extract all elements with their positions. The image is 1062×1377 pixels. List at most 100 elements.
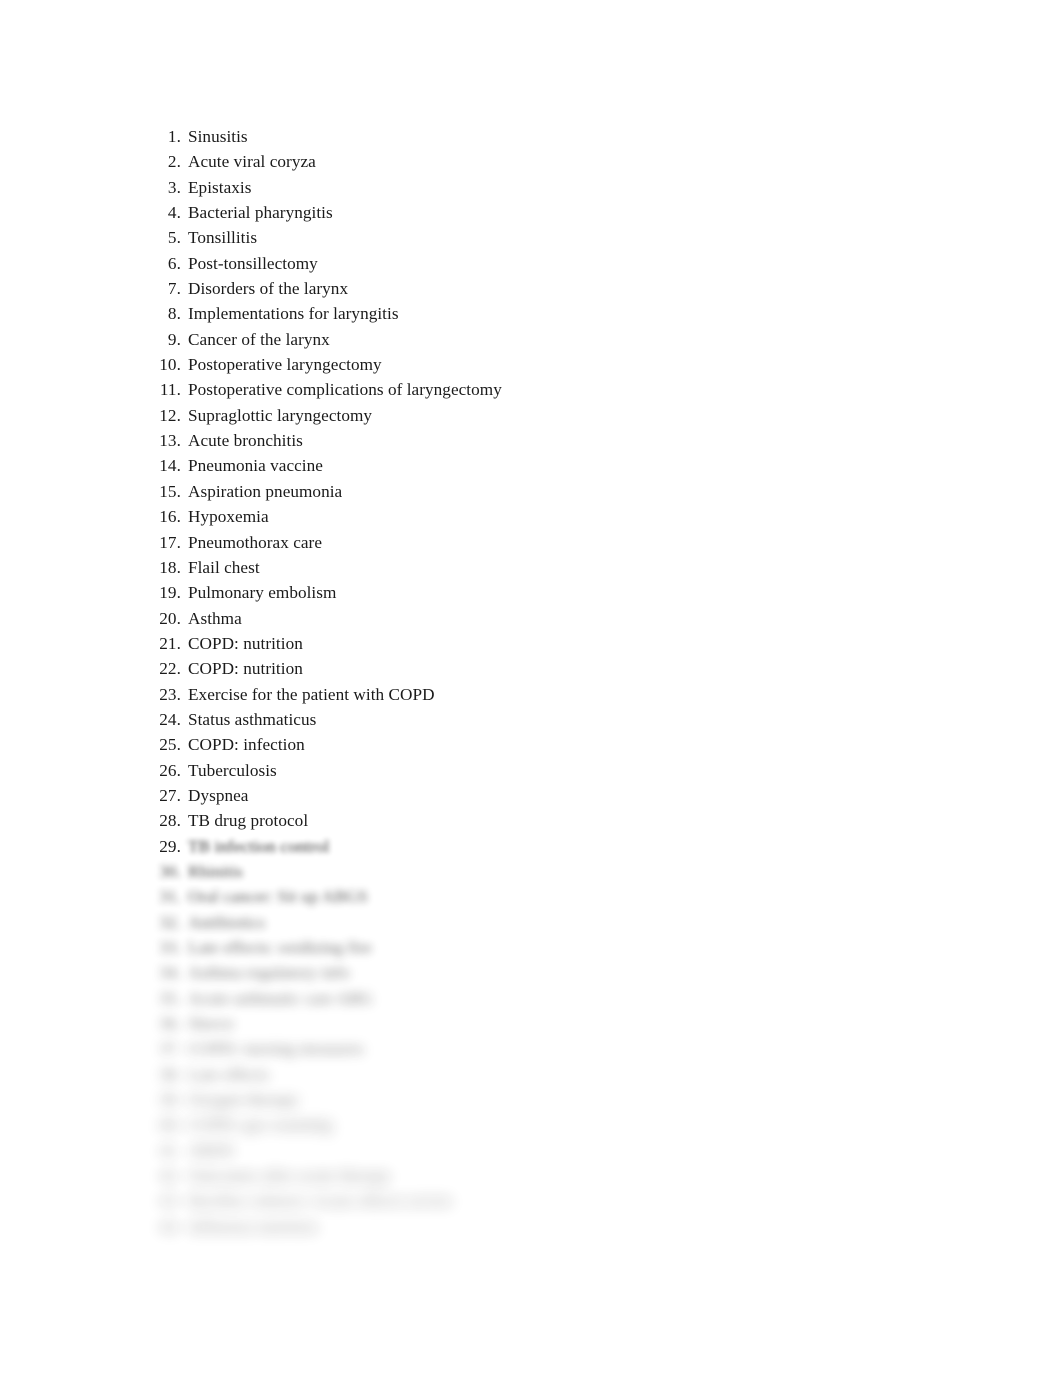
list-item: 2. Acute viral coryza [150, 149, 1010, 174]
list-item: 10. Postoperative laryngectomy [150, 352, 1010, 377]
list-item: 37. COPD: nursing measures [150, 1036, 1010, 1061]
list-item: 15. Aspiration pneumonia [150, 479, 1010, 504]
list-item: 40. COPD: gas warming [150, 1112, 1010, 1137]
list-item-number: 33. [159, 938, 181, 957]
list-item-text: Late effects: oxidizing fire [188, 938, 372, 957]
list-item: 26. Tuberculosis [150, 758, 1010, 783]
list-item: 29. TB infection control [150, 834, 1010, 859]
list-item-number: 34. [159, 963, 181, 983]
list-item-text: Postoperative laryngectomy [188, 355, 382, 375]
list-item-number: 17. [159, 532, 181, 552]
list-item-text: Epistaxis [188, 177, 252, 197]
list-item: 12. Supraglottic laryngectomy [150, 403, 1010, 428]
list-item-number: 24. [159, 709, 181, 729]
list-item-number: 42. [159, 1166, 181, 1186]
list-item-number: 5. [167, 228, 181, 248]
list-item-number: 12. [159, 405, 181, 425]
list-item: 35. Acute asthmatic care ABG [150, 986, 1010, 1011]
list-item: 43. Bacillus cultures: Acute effects seve… [150, 1188, 1010, 1213]
list-item: 44. Influenza nutrition [150, 1214, 1010, 1239]
list-item-number: 39. [159, 1090, 181, 1110]
list-item-number: 32. [159, 912, 181, 932]
list-item: 7. Disorders of the larynx [150, 276, 1010, 301]
list-item-text: Late effects [188, 1064, 269, 1084]
list-item-text: Pneumothorax care [188, 532, 323, 552]
list-item-number: 13. [159, 431, 181, 451]
list-item: 25. COPD: infection [150, 732, 1010, 757]
list-item: 8. Implementations for laryngitis [150, 301, 1010, 326]
list-item: 19. Pulmonary embolism [150, 580, 1010, 605]
list-item-text: COPD: nursing measures [188, 1039, 364, 1059]
list-item-text: COPD: gas warming [188, 1115, 333, 1135]
list-item-text: TB drug protocol [188, 811, 309, 831]
list-item-number: 29. [159, 836, 181, 856]
list-item: 22. COPD: nutrition [150, 656, 1010, 681]
list-item: 21. COPD: nutrition [150, 631, 1010, 656]
list-item-text: COPD: nutrition [188, 633, 303, 653]
list-item: 23. Exercise for the patient with COPD [150, 682, 1010, 707]
list-item-text: Antibiotics [188, 912, 265, 932]
list-item-text: Sinusitis [188, 127, 248, 146]
list-item-text: Dyspnea [188, 785, 249, 805]
list-item-number: 18. [159, 557, 181, 577]
list-item-text: Influenza nutrition [188, 1216, 318, 1236]
list-item: 6. Post-tonsillectomy [150, 251, 1010, 276]
list-item-text: Tuberculosis [188, 760, 277, 780]
list-item: 17. Pneumothorax care [150, 530, 1010, 555]
list-item-text: Pneumonia vaccine [188, 456, 323, 476]
list-item: 14. Pneumonia vaccine [150, 453, 1010, 478]
list-item-text: Implementations for laryngitis [188, 304, 399, 324]
list-item: 39. Oxygen therapy [150, 1087, 1010, 1112]
list-item-text: Rhinitis [188, 861, 243, 881]
list-item-number: 14. [159, 456, 181, 476]
list-item-number: 11. [159, 380, 181, 400]
list-item-text: Oral cancer: Sit up ABGS [188, 887, 368, 907]
list-item-number: 15. [159, 481, 181, 501]
list-item-number: 44. [159, 1216, 181, 1236]
list-item-text: Cancer of the larynx [188, 329, 330, 349]
document-page: 1. Sinusitis 2. Acute viral coryza 3. Epistax… [0, 0, 1062, 1377]
list-item: 33. Late effects: oxidizing fire [150, 935, 1010, 960]
list-item-text: Flail chest [188, 557, 260, 577]
list-item: 13. Acute bronchitis [150, 428, 1010, 453]
list-item-text: Outcomes after acute therapy [188, 1166, 392, 1186]
list-item-number: 43. [159, 1191, 181, 1211]
list-item-text: Oxygen therapy [188, 1090, 299, 1110]
list-item: 28. TB drug protocol [150, 808, 1010, 833]
list-item-text: COPD: nutrition [188, 659, 303, 679]
list-item-text: Disorders of the larynx [188, 279, 349, 299]
list-item-text: Supraglottic laryngectomy [188, 405, 373, 425]
list-item: 34. Asthma regulatory info [150, 960, 1010, 985]
list-item-number: 35. [159, 988, 181, 1008]
list-item-number: 22. [159, 659, 181, 679]
list-item-number: 7. [167, 279, 181, 299]
numbered-list: 1. Sinusitis 2. Acute viral coryza 3. Epistax… [150, 124, 1010, 1239]
list-item-number: 1. [167, 127, 181, 146]
list-item-number: 40. [159, 1115, 181, 1135]
list-item-number: 37. [159, 1039, 181, 1059]
list-item-number: 30. [159, 861, 181, 881]
list-item-text: Bacillus cultures: Acute effects severe [188, 1191, 453, 1211]
list-item-number: 41. [159, 1140, 181, 1160]
list-item-number: 21. [159, 633, 181, 653]
list-item-number: 20. [159, 608, 181, 628]
list-item-text: Bacterial pharyngitis [188, 203, 333, 223]
list-item: 32. Antibiotics [150, 910, 1010, 935]
list-item: 27. Dyspnea [150, 783, 1010, 808]
list-item-text: ARDS [188, 1140, 235, 1160]
list-item-number: 6. [167, 253, 181, 273]
list-item-number: 23. [159, 684, 181, 704]
list-item: 18. Flail chest [150, 555, 1010, 580]
list-item: 42. Outcomes after acute therapy [150, 1163, 1010, 1188]
list-item-text: Tonsillitis [188, 228, 258, 248]
list-item: 9. Cancer of the larynx [150, 327, 1010, 352]
list-item-text: Postoperative complications of laryngect… [188, 380, 502, 400]
list-item-text: Asthma [188, 608, 242, 628]
list-item-text: Post-tonsillectomy [188, 253, 318, 273]
list-item-number: 16. [159, 507, 181, 527]
list-item-text: Exercise for the patient with COPD [188, 684, 435, 704]
list-item: 41. ARDS [150, 1138, 1010, 1163]
list-item-text: Acute viral coryza [188, 152, 316, 172]
list-item-text: Acute asthmatic care ABG [188, 988, 373, 1008]
list-item: 24. Status asthmaticus [150, 707, 1010, 732]
